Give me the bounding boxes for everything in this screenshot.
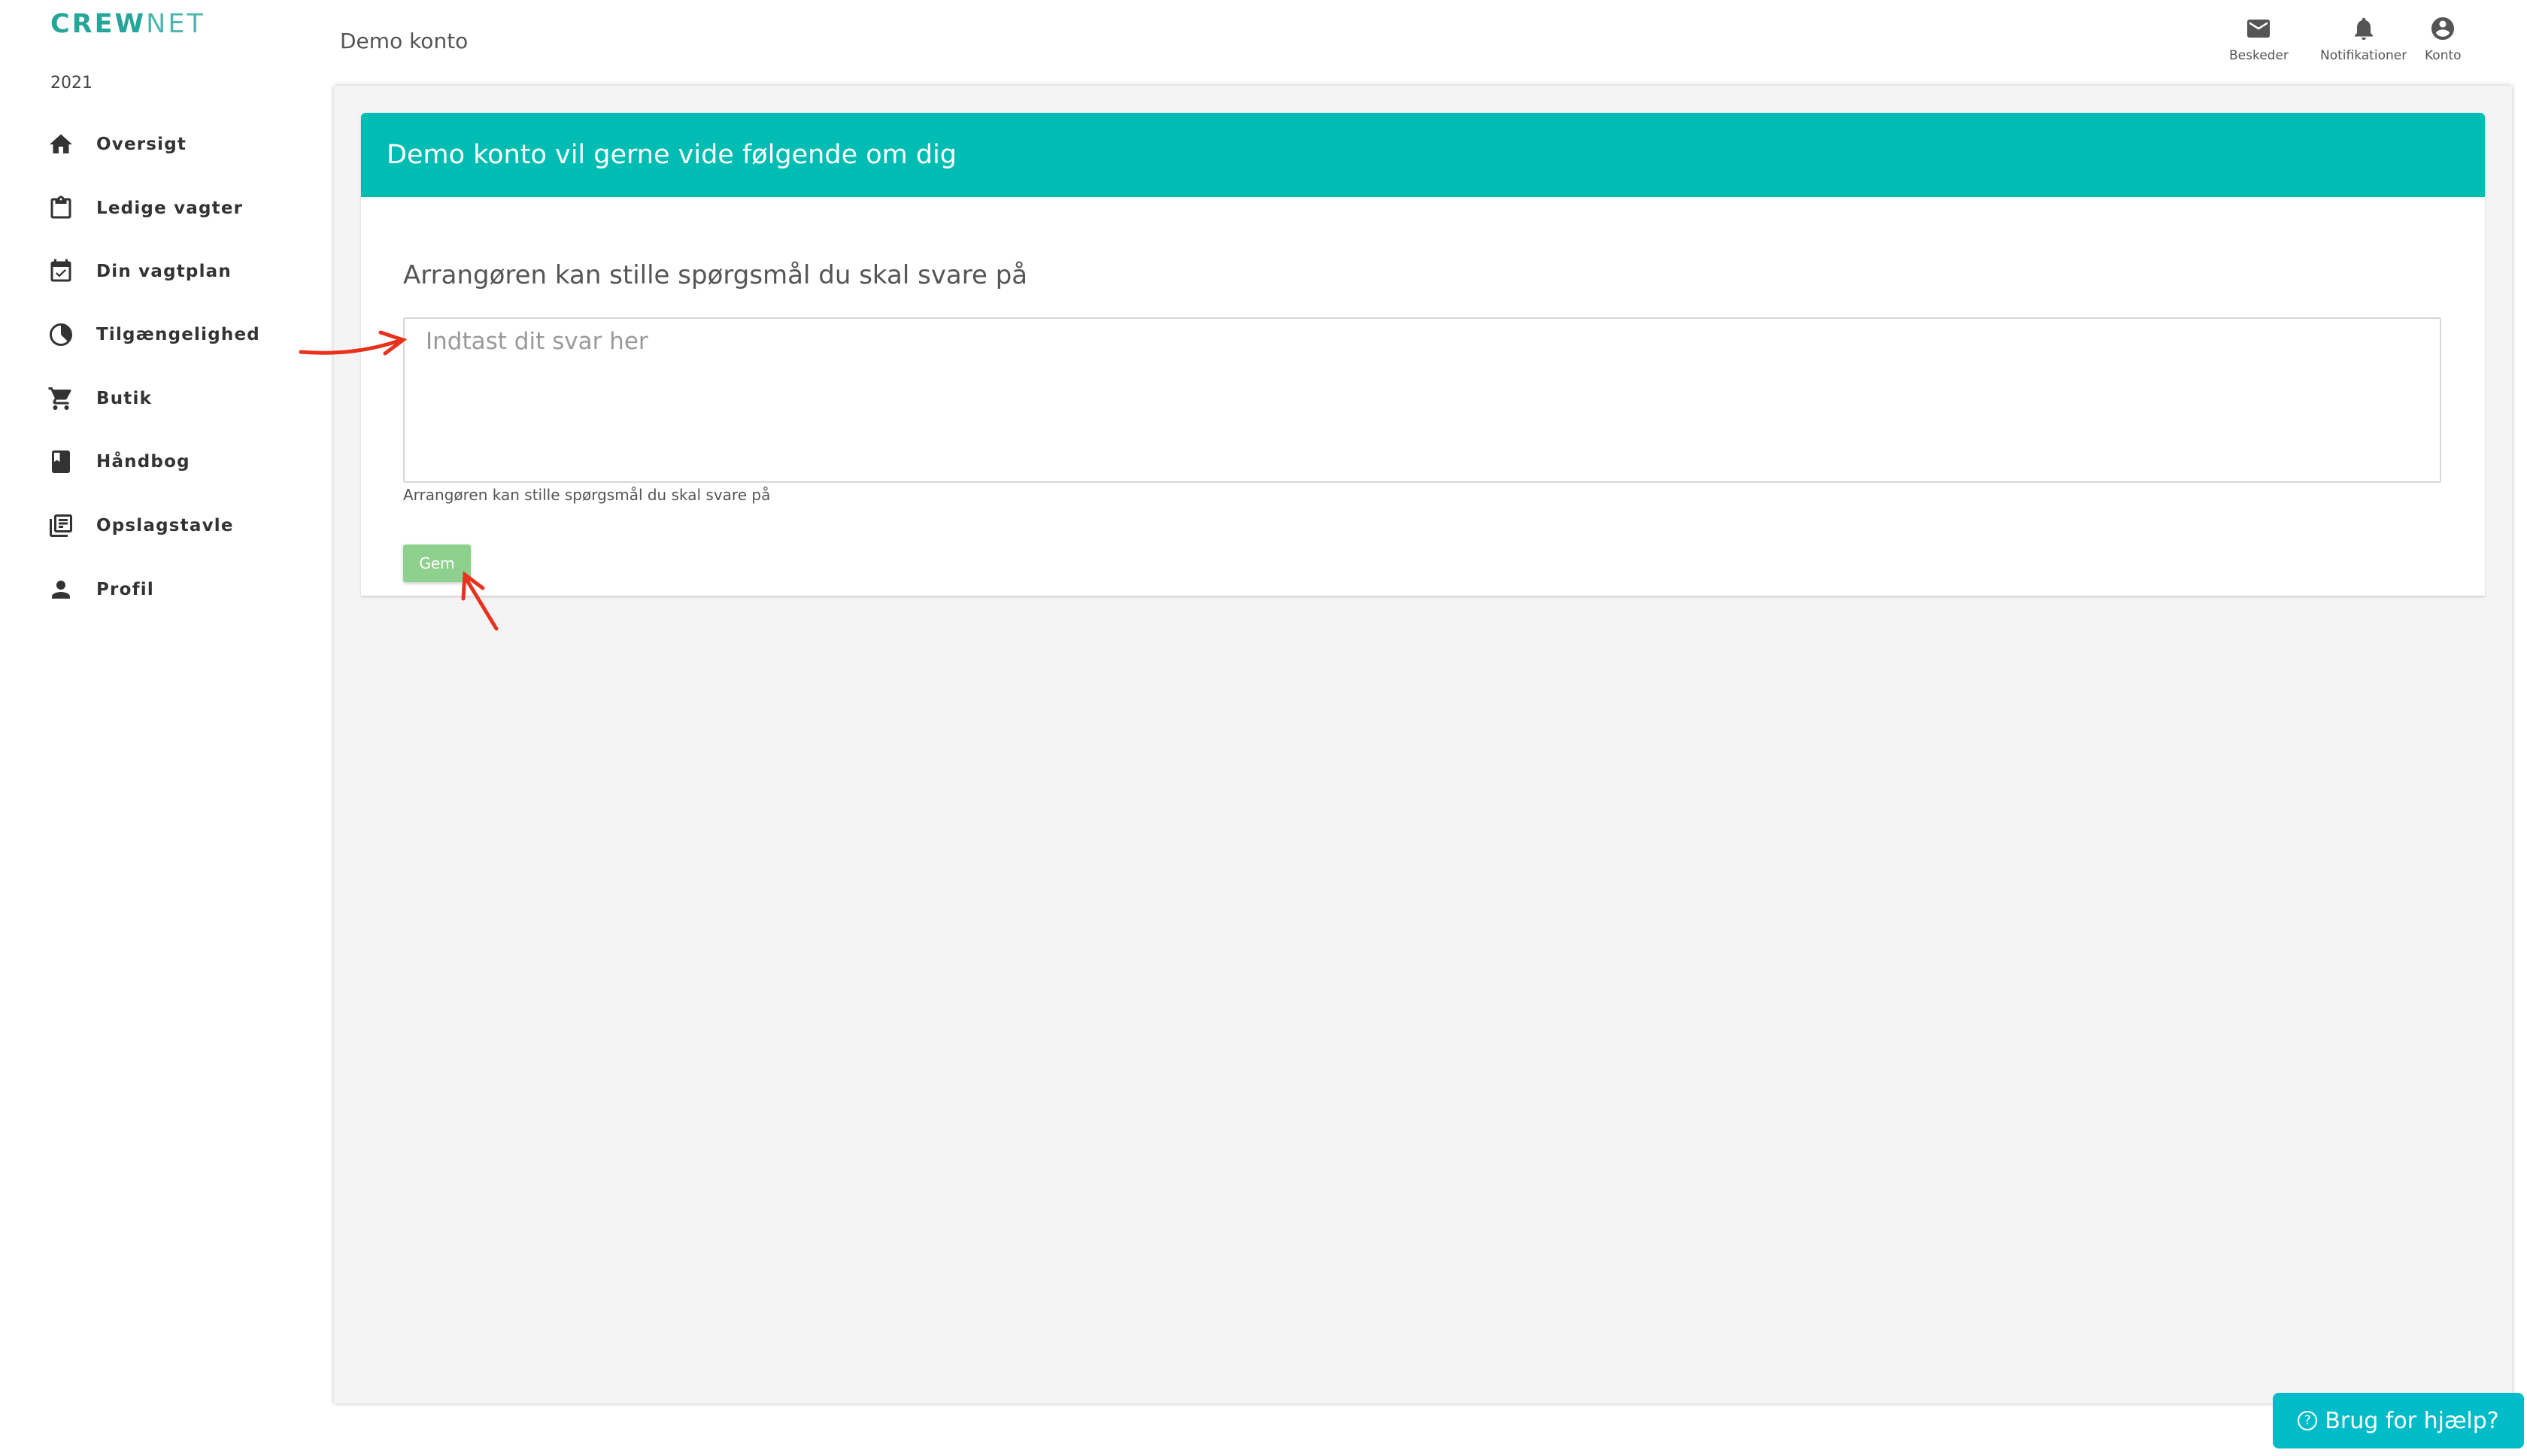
logo-bold: CREW (50, 9, 147, 39)
save-button[interactable]: Gem (403, 544, 471, 582)
question-label: Arrangøren kan stille spørgsmål du skal … (403, 260, 1028, 290)
sidebar-item-label: Butik (96, 389, 153, 408)
contrast-icon (47, 320, 75, 349)
sidebar-item-label: Profil (96, 580, 154, 599)
answer-input[interactable] (403, 317, 2441, 483)
logo-light: NET (146, 9, 205, 39)
mail-icon (2247, 20, 2271, 38)
sidebar-item-oversigt[interactable]: Oversigt (0, 118, 331, 171)
sidebar-item-din-vagtplan[interactable]: Din vagtplan (0, 245, 331, 298)
sidebar-item-label: Din vagtplan (96, 262, 232, 281)
sidebar-item-haandbog[interactable]: Håndbog (0, 435, 331, 488)
home-icon (47, 130, 75, 159)
messages-label: Beskeder (2229, 48, 2289, 63)
sidebar: CREWNET 2021 Oversigt Ledige vagter Din (0, 0, 331, 1456)
notifications-label: Notifikationer (2320, 48, 2407, 63)
sidebar-item-ledige-vagter[interactable]: Ledige vagter (0, 182, 331, 235)
help-button[interactable]: ? Brug for hjælp? (2273, 1393, 2524, 1448)
sidebar-item-label: Ledige vagter (96, 199, 244, 218)
sidebar-item-label: Tilgængelighed (96, 325, 260, 344)
person-icon (47, 575, 75, 604)
card-title: Demo konto vil gerne vide følgende om di… (361, 113, 2485, 197)
crewnet-logo[interactable]: CREWNET (50, 9, 205, 39)
messages-button[interactable]: Beskeder (2229, 15, 2289, 63)
sidebar-item-opslagstavle[interactable]: Opslagstavle (0, 499, 331, 552)
library-books-icon (47, 511, 75, 540)
breadcrumb: Demo konto (340, 29, 469, 53)
sidebar-item-profil[interactable]: Profil (0, 563, 331, 616)
calendar-check-icon (47, 257, 75, 286)
help-label: Brug for hjælp? (2325, 1407, 2499, 1434)
cart-icon (47, 384, 75, 413)
app-root: CREWNET 2021 Oversigt Ledige vagter Din (0, 0, 2527, 1456)
account-circle-icon (2431, 17, 2455, 40)
sidebar-item-label: Oversigt (96, 135, 187, 154)
book-icon (47, 447, 75, 476)
top-bar: Demo konto Beskeder Notifikationer Konto (331, 0, 2527, 84)
sidebar-item-label: Opslagstavle (96, 516, 234, 535)
help-circle-icon: ? (2298, 1411, 2318, 1430)
account-label: Konto (2425, 48, 2462, 63)
year-label: 2021 (50, 74, 93, 93)
account-button[interactable]: Konto (2425, 15, 2462, 63)
bell-icon (2354, 17, 2373, 40)
main-panel: Demo konto vil gerne vide følgende om di… (334, 86, 2512, 1403)
clipboard-icon (47, 194, 75, 223)
question-card: Demo konto vil gerne vide følgende om di… (361, 113, 2485, 596)
notifications-button[interactable]: Notifikationer (2320, 15, 2407, 63)
sidebar-item-butik[interactable]: Butik (0, 372, 331, 425)
sidebar-item-label: Håndbog (96, 452, 190, 472)
helper-text: Arrangøren kan stille spørgsmål du skal … (403, 486, 771, 504)
sidebar-item-tilgaengelighed[interactable]: Tilgængelighed (0, 308, 331, 361)
